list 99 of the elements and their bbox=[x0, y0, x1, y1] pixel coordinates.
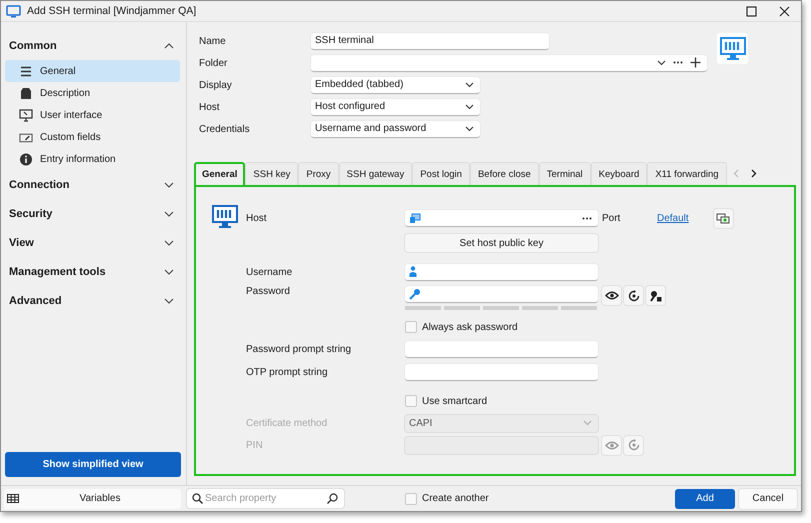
section-header[interactable]: Connection bbox=[5, 170, 183, 199]
field-label: OTP prompt string bbox=[246, 367, 328, 378]
ssh-monitor-icon bbox=[717, 33, 748, 64]
checkbox[interactable] bbox=[405, 321, 417, 333]
sidebar-item[interactable]: Description bbox=[5, 82, 180, 104]
folder-field[interactable] bbox=[311, 54, 707, 72]
connection-test-button[interactable] bbox=[714, 209, 733, 228]
tab[interactable]: Terminal bbox=[538, 162, 591, 185]
chevron-down-icon bbox=[465, 104, 474, 110]
eye-icon bbox=[604, 291, 618, 300]
info-icon bbox=[19, 152, 33, 166]
field-label: Display bbox=[199, 80, 233, 90]
sidebar-item[interactable]: User interface bbox=[5, 104, 180, 126]
chevron-down-icon bbox=[164, 240, 174, 246]
default-link[interactable]: Default bbox=[657, 213, 689, 224]
chevron-down-icon bbox=[465, 82, 474, 88]
user-icon bbox=[409, 266, 417, 277]
tab[interactable]: X11 forwarding bbox=[647, 162, 727, 185]
tab[interactable]: SSH gateway bbox=[338, 162, 412, 185]
checkbox-label: Use smartcard bbox=[422, 396, 488, 406]
chevron-left-icon bbox=[732, 169, 739, 178]
search-icon bbox=[327, 493, 338, 504]
search-field[interactable]: Search property bbox=[187, 489, 344, 508]
computer-icon bbox=[409, 212, 421, 224]
chevron-down-icon bbox=[164, 298, 174, 304]
sidebar-item[interactable]: Custom fields bbox=[5, 126, 180, 148]
plus-icon bbox=[690, 57, 701, 68]
sidebar-item[interactable]: General bbox=[5, 60, 180, 82]
section-header[interactable]: Security bbox=[5, 199, 183, 228]
input-field[interactable]: SSH terminal bbox=[311, 32, 549, 50]
field-label: Password bbox=[246, 286, 290, 297]
field-label: Credentials bbox=[199, 124, 251, 134]
field-label: Host bbox=[246, 213, 267, 224]
chevron-down-icon bbox=[164, 210, 174, 216]
chevron-right-icon bbox=[750, 169, 757, 178]
input-field[interactable] bbox=[405, 341, 598, 358]
checkbox-label: Always ask password bbox=[422, 322, 518, 332]
chevron-down-icon bbox=[164, 268, 174, 274]
grid-icon bbox=[7, 494, 19, 503]
dropdown[interactable]: Username and password bbox=[311, 120, 480, 138]
checkbox[interactable] bbox=[405, 395, 417, 407]
set-host-public-key-button[interactable]: Set host public key bbox=[405, 234, 598, 252]
maximize-icon bbox=[746, 6, 757, 16]
refresh-icon bbox=[628, 439, 640, 451]
ssh-monitor-icon bbox=[212, 205, 238, 229]
dropdown[interactable]: Embedded (tabbed) bbox=[311, 76, 480, 94]
chevron-down-icon bbox=[657, 60, 666, 66]
ellipsis-icon bbox=[673, 61, 683, 64]
password-options-button[interactable] bbox=[646, 286, 665, 305]
tab[interactable]: Keyboard bbox=[590, 162, 648, 185]
monitor-icon bbox=[19, 108, 33, 122]
eye-icon bbox=[604, 440, 618, 450]
ellipsis-icon bbox=[582, 216, 592, 220]
tab[interactable]: Post login bbox=[412, 162, 470, 185]
section-header[interactable]: View bbox=[5, 228, 183, 257]
close-icon bbox=[779, 6, 790, 16]
checkbox-label: Create another bbox=[422, 493, 489, 504]
window-icon bbox=[6, 4, 21, 18]
field-label: Port bbox=[602, 213, 622, 224]
chevron-down-icon bbox=[465, 126, 474, 132]
tab[interactable]: Before close bbox=[470, 162, 539, 185]
username-field[interactable] bbox=[405, 264, 598, 280]
cancel-button[interactable]: Cancel bbox=[739, 488, 797, 508]
chevron-down-icon bbox=[164, 182, 174, 188]
section-header[interactable]: Common bbox=[5, 31, 183, 60]
show-password-button[interactable] bbox=[602, 286, 621, 305]
tab[interactable]: General bbox=[194, 162, 246, 185]
field-label: PIN bbox=[246, 440, 263, 450]
field-label: Host bbox=[199, 102, 221, 112]
card-icon bbox=[19, 132, 33, 142]
tab[interactable]: SSH key bbox=[245, 162, 298, 185]
tab[interactable]: Proxy bbox=[298, 162, 339, 185]
host-field[interactable] bbox=[405, 210, 598, 227]
generate-password-button[interactable] bbox=[624, 286, 643, 305]
password-field[interactable] bbox=[405, 286, 598, 303]
field-label: Password prompt string bbox=[246, 344, 352, 355]
monitors-icon bbox=[716, 212, 730, 224]
section-header[interactable]: Advanced bbox=[5, 286, 183, 315]
variables-button[interactable]: Variables bbox=[4, 488, 181, 508]
window-title: Add SSH terminal [Windjammer QA] bbox=[27, 5, 198, 17]
search-icon bbox=[192, 493, 203, 504]
checkbox[interactable] bbox=[405, 492, 417, 504]
show-simplified-view-button[interactable]: Show simplified view bbox=[5, 452, 181, 477]
list-icon bbox=[19, 66, 33, 76]
field-label: Username bbox=[246, 266, 292, 278]
section-header[interactable]: Management tools bbox=[5, 257, 183, 286]
key-icon bbox=[409, 288, 421, 300]
refresh-icon bbox=[628, 290, 640, 302]
sidebar-item[interactable]: Entry information bbox=[5, 148, 180, 170]
key-icon bbox=[650, 290, 662, 302]
field-label: Name bbox=[199, 36, 227, 46]
dropdown[interactable]: Host configured bbox=[311, 98, 480, 116]
tag-icon bbox=[19, 86, 33, 100]
chevron-down-icon bbox=[583, 420, 592, 426]
field-label: Certificate method bbox=[246, 418, 328, 428]
add-button[interactable]: Add bbox=[675, 488, 735, 508]
field-label: Folder bbox=[199, 58, 228, 68]
chevron-up-icon bbox=[164, 42, 174, 48]
input-field[interactable] bbox=[405, 364, 598, 381]
